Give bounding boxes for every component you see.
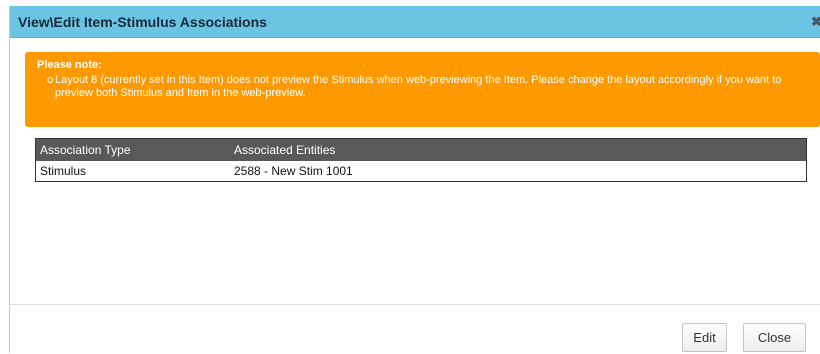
cell-association-type: Stimulus bbox=[35, 161, 230, 182]
note-text: Layout 8 (currently set in this Item) do… bbox=[55, 74, 782, 99]
note-item: o Layout 8 (currently set in this Item) … bbox=[47, 74, 808, 100]
note-banner: Please note: o Layout 8 (currently set i… bbox=[25, 52, 820, 127]
note-list: o Layout 8 (currently set in this Item) … bbox=[37, 74, 808, 100]
edit-button[interactable]: Edit bbox=[682, 323, 727, 352]
bullet-icon: o bbox=[47, 74, 54, 86]
dialog-title: View\Edit Item-Stimulus Associations bbox=[18, 14, 267, 30]
column-header-association-type: Association Type bbox=[35, 138, 230, 161]
column-header-associated-entities: Associated Entities bbox=[230, 138, 807, 161]
table-row[interactable]: Stimulus 2588 - New Stim 1001 bbox=[35, 161, 807, 182]
dialog-footer: Edit Close bbox=[10, 304, 820, 354]
associations-dialog: View\Edit Item-Stimulus Associations ✖ P… bbox=[9, 6, 820, 354]
dialog-titlebar[interactable]: View\Edit Item-Stimulus Associations ✖ bbox=[10, 6, 820, 38]
associations-table: Association Type Associated Entities Sti… bbox=[35, 138, 807, 182]
table-header-row: Association Type Associated Entities bbox=[35, 138, 807, 161]
note-heading: Please note: bbox=[37, 59, 102, 71]
cell-associated-entities: 2588 - New Stim 1001 bbox=[230, 161, 807, 182]
close-button[interactable]: Close bbox=[743, 323, 806, 352]
close-icon[interactable]: ✖ bbox=[811, 15, 820, 29]
